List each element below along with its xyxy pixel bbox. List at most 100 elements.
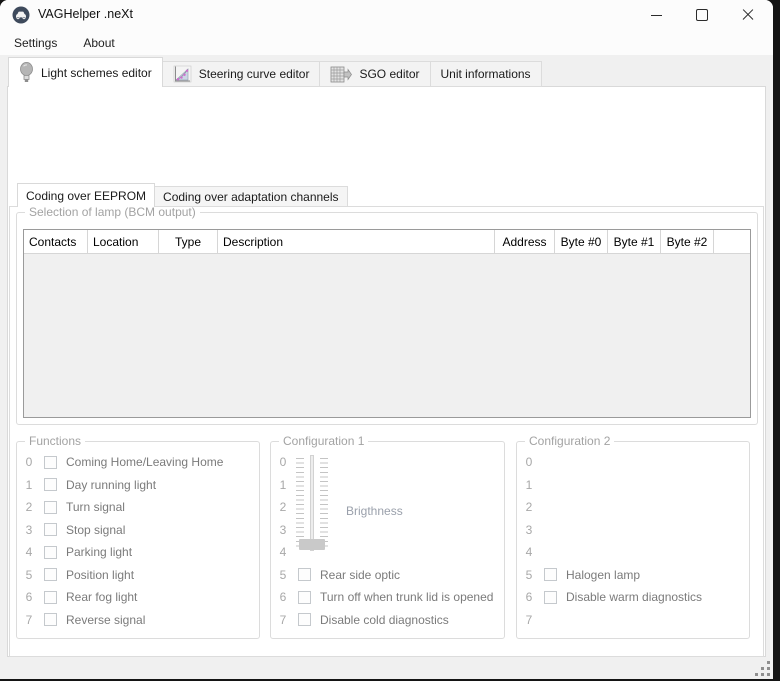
configuration2-label: Configuration 2	[525, 434, 614, 448]
bit-index: 3	[23, 523, 35, 537]
functions-label: Functions	[25, 434, 85, 448]
function-row: 5 Position light	[23, 566, 255, 584]
column-header-address[interactable]: Address	[495, 230, 555, 253]
bit-index: 6	[523, 590, 535, 604]
maximize-button[interactable]	[679, 0, 725, 30]
bit-index: 6	[277, 590, 289, 604]
config2-row: 7	[523, 611, 745, 629]
tab-coding-over-eeprom[interactable]: Coding over EEPROM	[17, 183, 155, 207]
function-label: Stop signal	[66, 523, 125, 537]
bit-index: 6	[23, 590, 35, 604]
bit-index: 0	[277, 455, 289, 469]
function-row: 6 Rear fog light	[23, 588, 255, 606]
config1-checkbox-disable-cold-diagnostics[interactable]	[298, 613, 311, 626]
bit-index: 2	[277, 500, 289, 514]
desktop-background: VAGHelper .neXt Settings About	[0, 0, 780, 681]
tab-sgo-editor[interactable]: SGO editor	[320, 61, 430, 87]
config1-row: 7 Disable cold diagnostics	[277, 611, 500, 629]
function-label: Rear fog light	[66, 590, 137, 604]
curve-chart-icon	[173, 65, 192, 84]
config2-checkbox-disable-warm-diagnostics[interactable]	[544, 591, 557, 604]
title-bar[interactable]: VAGHelper .neXt	[0, 0, 773, 30]
function-checkbox-parking-light[interactable]	[44, 546, 57, 559]
bit-index: 4	[23, 545, 35, 559]
close-button[interactable]	[725, 0, 771, 30]
column-header-byte0[interactable]: Byte #0	[555, 230, 608, 253]
column-header-location[interactable]: Location	[88, 230, 159, 253]
config1-row: 5 Rear side optic	[277, 566, 500, 584]
column-header-contacts[interactable]: Contacts	[24, 230, 88, 253]
maximize-icon	[696, 9, 708, 21]
bit-index: 2	[23, 500, 35, 514]
function-label: Position light	[66, 568, 134, 582]
config2-row: 4	[523, 543, 745, 561]
car-app-icon	[12, 6, 30, 24]
configuration2-group: Configuration 2 0 1 2 3 4 5	[516, 441, 750, 639]
tab-coding-over-adaptation-channels[interactable]: Coding over adaptation channels	[155, 186, 347, 207]
configuration2-rows: 0 1 2 3 4 5 Halogen lamp	[523, 453, 745, 629]
function-label: Coming Home/Leaving Home	[66, 455, 223, 469]
bit-index: 1	[23, 478, 35, 492]
slider-ticks-right	[320, 458, 328, 550]
functions-group: Functions 0 Coming Home/Leaving Home 1 D…	[16, 441, 260, 639]
bit-index: 1	[523, 478, 535, 492]
function-checkbox-rear-fog-light[interactable]	[44, 591, 57, 604]
bit-index: 0	[23, 455, 35, 469]
column-header-type[interactable]: Type	[159, 230, 218, 253]
close-icon	[742, 9, 754, 21]
brightness-slider[interactable]	[293, 453, 331, 559]
bit-index: 7	[523, 613, 535, 627]
tab-label: Unit informations	[441, 67, 531, 81]
coding-tab-strip: Coding over EEPROM Coding over adaptatio…	[17, 183, 348, 207]
bit-index: 0	[523, 455, 535, 469]
menu-bar: Settings About	[0, 30, 773, 55]
tab-label: Steering curve editor	[199, 67, 310, 81]
function-row: 1 Day running light	[23, 476, 255, 494]
function-row: 3 Stop signal	[23, 521, 255, 539]
function-checkbox-reverse-signal[interactable]	[44, 613, 57, 626]
config2-row: 3	[523, 521, 745, 539]
function-checkbox-day-running-light[interactable]	[44, 478, 57, 491]
menu-about[interactable]: About	[79, 34, 118, 52]
column-header-byte1[interactable]: Byte #1	[608, 230, 661, 253]
function-label: Turn signal	[66, 500, 125, 514]
bit-index: 5	[23, 568, 35, 582]
tab-light-schemes-editor[interactable]: Light schemes editor	[8, 57, 163, 87]
config2-row: 1	[523, 476, 745, 494]
function-row: 4 Parking light	[23, 543, 255, 561]
function-label: Day running light	[66, 478, 156, 492]
tab-steering-curve-editor[interactable]: Steering curve editor	[163, 61, 321, 87]
functions-rows: 0 Coming Home/Leaving Home 1 Day running…	[23, 453, 255, 629]
config1-label: Disable cold diagnostics	[320, 613, 449, 627]
app-window: VAGHelper .neXt Settings About	[0, 0, 773, 679]
function-row: 0 Coming Home/Leaving Home	[23, 453, 255, 471]
window-title: VAGHelper .neXt	[38, 7, 133, 21]
column-header-description[interactable]: Description	[218, 230, 495, 253]
window-controls	[633, 0, 771, 30]
resize-grip-icon[interactable]	[754, 660, 770, 676]
function-checkbox-position-light[interactable]	[44, 568, 57, 581]
function-checkbox-coming-home[interactable]	[44, 456, 57, 469]
configuration1-group: Configuration 1 0 1 2 3 4 5	[270, 441, 505, 639]
config2-row: 0	[523, 453, 745, 471]
function-label: Parking light	[66, 545, 132, 559]
config1-checkbox-rear-side-optic[interactable]	[298, 568, 311, 581]
menu-settings[interactable]: Settings	[10, 34, 61, 52]
config2-checkbox-halogen-lamp[interactable]	[544, 568, 557, 581]
column-header-byte2[interactable]: Byte #2	[661, 230, 714, 253]
function-checkbox-turn-signal[interactable]	[44, 501, 57, 514]
tab-unit-informations[interactable]: Unit informations	[431, 61, 542, 87]
config1-label: Rear side optic	[320, 568, 400, 582]
bit-index: 4	[277, 545, 289, 559]
slider-thumb[interactable]	[299, 539, 325, 550]
bit-index: 7	[23, 613, 35, 627]
brightness-label: Brigthness	[346, 504, 403, 518]
config1-checkbox-turn-off-trunk[interactable]	[298, 591, 311, 604]
lamp-table: Contacts Location Type Description Addre…	[23, 229, 751, 418]
minimize-button[interactable]	[633, 0, 679, 30]
config2-label: Disable warm diagnostics	[566, 590, 702, 604]
function-checkbox-stop-signal[interactable]	[44, 523, 57, 536]
tab-label: SGO editor	[359, 67, 419, 81]
bit-index: 5	[277, 568, 289, 582]
config2-row: 5 Halogen lamp	[523, 566, 745, 584]
